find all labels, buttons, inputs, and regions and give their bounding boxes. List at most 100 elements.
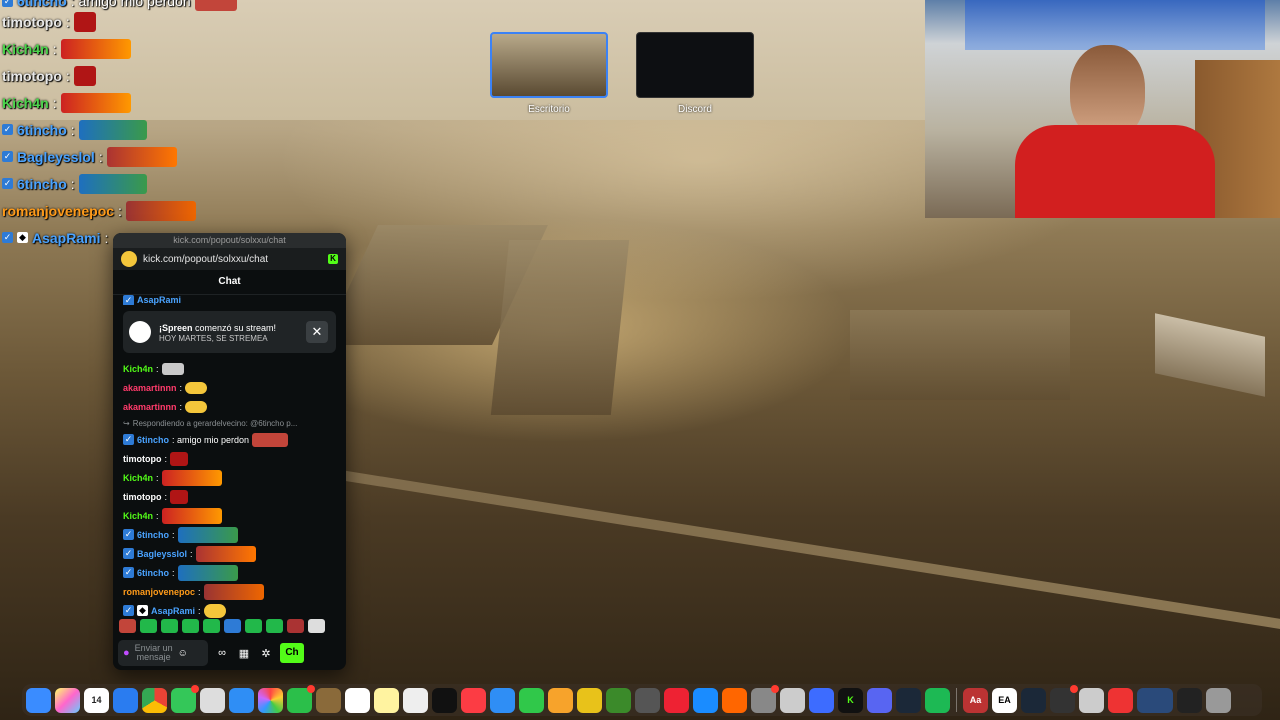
csgo-icon[interactable] xyxy=(635,687,660,713)
emote-icon[interactable] xyxy=(182,619,199,633)
chat-message: ✓ 6tincho : xyxy=(123,525,336,544)
chat-message: Kich4n : xyxy=(123,359,336,378)
kick-popout-window[interactable]: kick.com/popout/solxxu/chat kick.com/pop… xyxy=(113,233,346,670)
numbers-icon[interactable] xyxy=(519,687,544,713)
notes-brown-icon[interactable] xyxy=(316,687,341,713)
settings-icon[interactable] xyxy=(751,684,779,713)
safari-icon[interactable] xyxy=(113,687,138,713)
mail-icon[interactable] xyxy=(229,687,254,713)
chat-username[interactable]: 6tincho xyxy=(137,435,169,445)
emote-icon[interactable] xyxy=(203,619,220,633)
messages-icon[interactable] xyxy=(171,684,199,713)
chat-username[interactable]: akamartinnn xyxy=(123,402,177,412)
calendar-icon[interactable]: 14 xyxy=(84,687,109,713)
overlay-username: romanjovenepoc xyxy=(2,202,115,219)
zoom-icon[interactable] xyxy=(809,687,834,713)
finder-icon[interactable] xyxy=(26,687,51,713)
steam-icon[interactable] xyxy=(1021,687,1046,713)
devil-emote-icon xyxy=(73,65,96,86)
smiley-emote-icon xyxy=(121,251,137,267)
emote-icon xyxy=(78,119,147,140)
chat-username[interactable]: timotopo xyxy=(123,454,162,464)
photos-icon[interactable] xyxy=(258,687,283,713)
chat-text: : xyxy=(156,472,159,483)
mic-icon[interactable]: ● xyxy=(123,647,130,659)
close-icon[interactable]: ✕ xyxy=(306,321,328,343)
space-thumbnail xyxy=(636,32,754,98)
chat-text: : xyxy=(198,605,201,616)
emote-icon[interactable] xyxy=(224,619,241,633)
activity-icon[interactable] xyxy=(1050,684,1078,713)
emoji-icon[interactable]: ☺ xyxy=(178,648,188,659)
reminders-icon[interactable] xyxy=(345,687,370,713)
send-button[interactable]: Ch xyxy=(280,643,304,663)
chat-username[interactable]: 6tincho xyxy=(137,568,169,578)
chat-username[interactable]: timotopo xyxy=(123,492,162,502)
url-text: kick.com/popout/solxxu/chat xyxy=(143,253,269,265)
chat-username[interactable]: akamartinnn xyxy=(123,383,177,393)
url-bar[interactable]: kick.com/popout/solxxu/chat K xyxy=(113,248,346,270)
gear-icon[interactable]: ✲ xyxy=(258,647,274,660)
roblox-icon[interactable] xyxy=(664,687,689,713)
emote-icon xyxy=(177,564,238,581)
minecraft-icon[interactable] xyxy=(606,687,631,713)
overlay-chat-row: timotopo : xyxy=(2,8,302,35)
notes-icon[interactable] xyxy=(374,687,399,713)
chat-username[interactable]: AsapRami xyxy=(137,295,181,305)
emote-icon[interactable] xyxy=(308,619,325,633)
discord-icon[interactable] xyxy=(867,687,892,713)
space-discord[interactable]: Discord xyxy=(636,32,754,115)
preview-icon[interactable] xyxy=(1079,687,1104,713)
app-store-icon[interactable] xyxy=(693,687,718,713)
emote-icon xyxy=(161,469,222,486)
overlay-message: : xyxy=(118,202,122,219)
freeform-icon[interactable] xyxy=(403,687,428,713)
music-icon[interactable] xyxy=(461,687,486,713)
verified-badge-icon: ✓ xyxy=(123,434,134,445)
space-escritorio[interactable]: Escritorio xyxy=(490,32,608,115)
chat-username[interactable]: Kich4n xyxy=(123,364,153,374)
ea-icon[interactable]: EA xyxy=(992,687,1017,713)
window-thumbnail-icon[interactable] xyxy=(1177,687,1202,713)
store-icon[interactable]: ▦ xyxy=(236,647,252,660)
keynote-icon[interactable] xyxy=(490,687,515,713)
space-thumbnail xyxy=(490,32,608,98)
chat-input[interactable]: ● Enviar un mensaje ☺ xyxy=(118,640,208,666)
fl-studio-icon[interactable] xyxy=(722,687,747,713)
spotify-icon[interactable] xyxy=(925,687,950,713)
chrome-icon[interactable] xyxy=(142,687,167,713)
dictionary-icon[interactable]: Aa xyxy=(963,687,988,713)
emote-icon xyxy=(60,38,131,59)
document-icon[interactable] xyxy=(1108,687,1133,713)
chat-username[interactable]: 6tincho xyxy=(137,530,169,540)
facetime-icon[interactable] xyxy=(287,684,315,713)
kick-logo-icon: K xyxy=(328,254,338,264)
chat-username[interactable]: romanjovenepoc xyxy=(123,587,195,597)
chat-username[interactable]: Bagleysslol xyxy=(137,549,187,559)
emote-icon[interactable] xyxy=(140,619,157,633)
trash-icon[interactable] xyxy=(1206,687,1231,713)
chat-username[interactable]: Kich4n xyxy=(123,511,153,521)
emote-icon[interactable] xyxy=(287,619,304,633)
game-icon[interactable] xyxy=(577,687,602,713)
kick-icon[interactable]: K xyxy=(838,687,863,713)
chat-username[interactable]: AsapRami xyxy=(151,606,195,616)
chat-username[interactable]: Kich4n xyxy=(123,473,153,483)
overlay-username: 6tincho xyxy=(17,0,67,9)
utility-icon[interactable] xyxy=(780,687,805,713)
steam-icon[interactable] xyxy=(896,687,921,713)
overlay-chat-row: Kich4n : xyxy=(2,89,302,116)
emote-icon[interactable] xyxy=(245,619,262,633)
maps-icon[interactable] xyxy=(200,687,225,713)
launchpad-icon[interactable] xyxy=(55,687,80,713)
emote-icon xyxy=(185,400,208,413)
emote-icon[interactable] xyxy=(161,619,178,633)
verified-badge-icon: ✓ xyxy=(2,232,13,243)
reply-text: Respondiendo a gerardelvecino: @6tincho … xyxy=(132,418,298,428)
infinity-icon[interactable]: ∞ xyxy=(214,647,230,659)
pages-icon[interactable] xyxy=(548,687,573,713)
emote-icon[interactable] xyxy=(119,619,136,633)
window-thumbnail-icon[interactable] xyxy=(1137,687,1173,713)
emote-icon[interactable] xyxy=(266,619,283,633)
apple-tv-icon[interactable] xyxy=(432,687,457,713)
